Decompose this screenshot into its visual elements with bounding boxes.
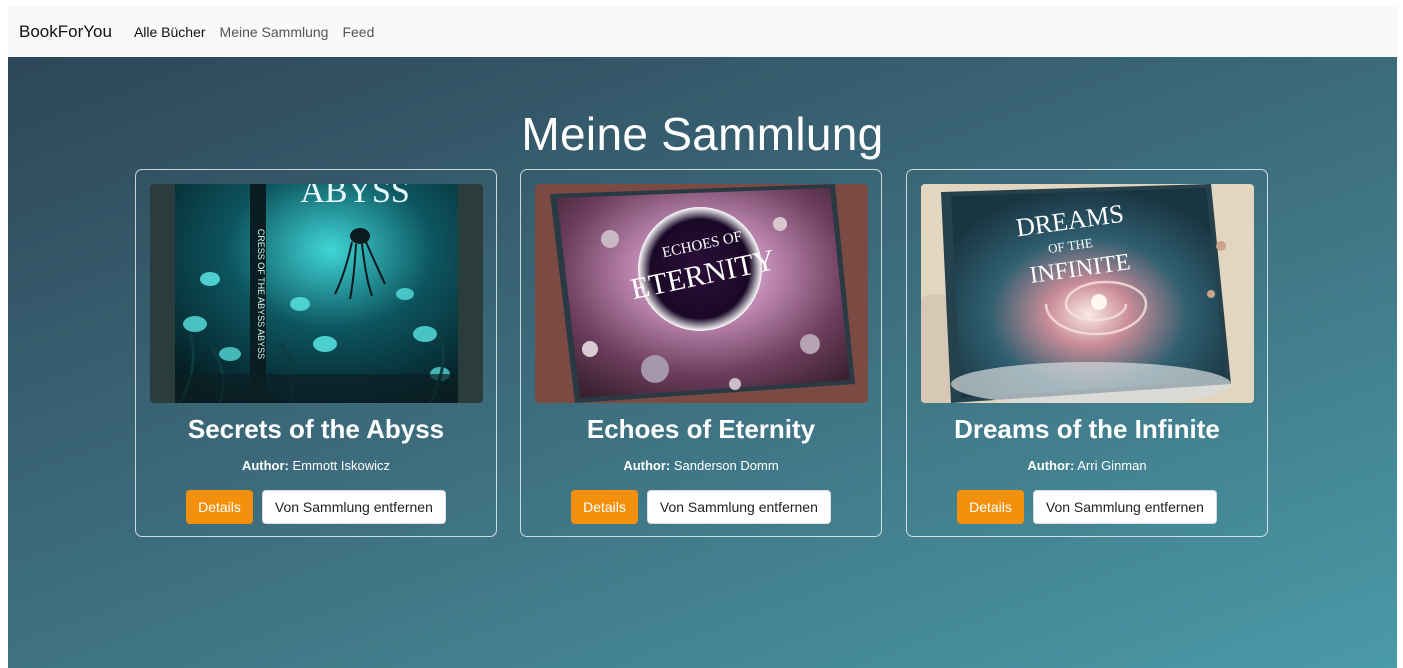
browser-viewport: BookForYou Alle Bücher Meine Sammlung Fe… (8, 6, 1397, 668)
card-actions: Details Von Sammlung entfernen (907, 490, 1267, 524)
collection-section: Meine Sammlung CRESS OF THE ABYSS ABYSS … (8, 57, 1397, 668)
book-title: Secrets of the Abyss (187, 414, 445, 444)
book-title: Dreams of the Infinite (954, 414, 1220, 444)
page-title: Meine Sammlung (521, 108, 884, 160)
author-label: Author: (623, 458, 671, 473)
remove-from-collection-button[interactable]: Von Sammlung entfernen (1032, 490, 1217, 524)
book-author: Author: Arri Ginman (907, 458, 1267, 473)
cover-title-text: ABYSS (300, 184, 410, 210)
author-name: Emmott Iskowicz (292, 458, 391, 473)
brand-logo[interactable]: BookForYou (19, 22, 112, 42)
nav-link-feed[interactable]: Feed (342, 24, 374, 40)
card-actions: Details Von Sammlung entfernen (136, 490, 496, 524)
cover-spine-text: CRESS OF THE ABYSS ABYSS (256, 229, 266, 359)
author-label: Author: (241, 458, 289, 473)
book-card: CRESS OF THE ABYSS ABYSS ABYSS Secrets o… (135, 169, 497, 537)
nav-links: Alle Bücher Meine Sammlung Feed (134, 24, 388, 40)
book-title: Echoes of Eternity (586, 414, 816, 444)
nav-link-alle-buecher[interactable]: Alle Bücher (134, 24, 206, 40)
book-cover-image: ECHOES OF ETERNITY (535, 184, 868, 403)
book-author: Author: Sanderson Domm (521, 458, 881, 473)
details-button[interactable]: Details (186, 490, 253, 524)
author-label: Author: (1027, 458, 1075, 473)
details-button[interactable]: Details (571, 490, 638, 524)
book-card: DREAMS OF THE INFINITE Dreams of the Inf… (906, 169, 1268, 537)
cover-eternity-illustration: ECHOES OF ETERNITY (535, 184, 868, 403)
author-name: Arri Ginman (1077, 458, 1147, 473)
nav-link-meine-sammlung[interactable]: Meine Sammlung (220, 24, 329, 40)
remove-from-collection-button[interactable]: Von Sammlung entfernen (646, 490, 831, 524)
cover-abyss-illustration: CRESS OF THE ABYSS ABYSS ABYSS (150, 184, 483, 403)
cover-infinite-illustration: DREAMS OF THE INFINITE (921, 184, 1254, 403)
navbar: BookForYou Alle Bücher Meine Sammlung Fe… (8, 6, 1397, 58)
card-actions: Details Von Sammlung entfernen (521, 490, 881, 524)
book-cover-image: CRESS OF THE ABYSS ABYSS ABYSS (150, 184, 483, 403)
book-card: ECHOES OF ETERNITY Echoes of Eternity Au… (520, 169, 882, 537)
book-cover-image: DREAMS OF THE INFINITE (921, 184, 1254, 403)
remove-from-collection-button[interactable]: Von Sammlung entfernen (261, 490, 446, 524)
author-name: Sanderson Domm (673, 458, 779, 473)
book-author: Author: Emmott Iskowicz (136, 458, 496, 473)
details-button[interactable]: Details (957, 490, 1024, 524)
